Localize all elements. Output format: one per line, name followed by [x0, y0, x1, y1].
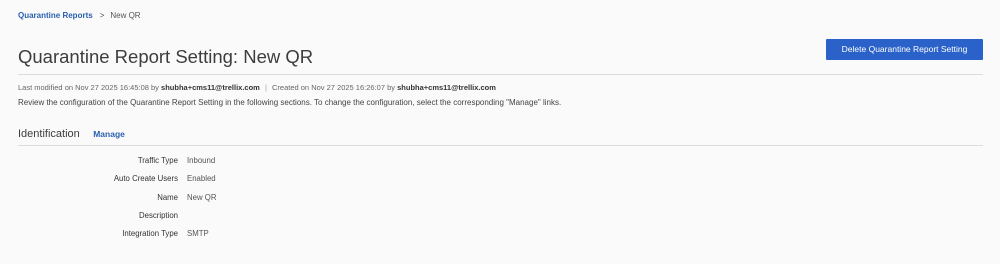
breadcrumb-current: New QR: [110, 11, 141, 20]
description-label: Description: [139, 210, 178, 220]
field-row-integration-type: Integration Type SMTP: [18, 228, 418, 246]
field-row-auto-create-users: Auto Create Users Enabled: [18, 173, 418, 191]
identification-manage-link[interactable]: Manage: [93, 129, 125, 139]
breadcrumb-separator: >: [99, 11, 105, 20]
section-divider: [18, 145, 983, 146]
auto-create-users-value: Enabled: [187, 174, 216, 184]
meta-divider: |: [264, 83, 267, 92]
identification-fields: Traffic Type Inbound Auto Create Users E…: [18, 155, 418, 246]
created-by-user: shubha+cms11@trellix.com: [397, 83, 496, 92]
header-divider: [18, 74, 983, 75]
name-value: New QR: [187, 192, 217, 202]
traffic-type-value: Inbound: [187, 156, 216, 165]
created-text: Created on Nov 27 2025 16:26:07 by: [272, 83, 396, 92]
modification-metadata: Last modified on Nov 27 2025 16:45:08 by…: [18, 82, 496, 93]
identification-section-header: Identification Manage: [18, 124, 125, 142]
breadcrumb-link-quarantine-reports[interactable]: Quarantine Reports: [18, 11, 93, 20]
breadcrumb: Quarantine Reports > New QR: [18, 10, 141, 22]
auto-create-users-label: Auto Create Users: [113, 174, 178, 184]
name-label: Name: [157, 192, 178, 202]
field-row-description: Description: [18, 210, 418, 228]
last-modified-text: Last modified on Nov 27 2025 16:45:08 by: [18, 83, 159, 92]
modified-by-user: shubha+cms11@trellix.com: [161, 83, 260, 92]
field-row-traffic-type: Traffic Type Inbound: [18, 155, 418, 173]
integration-type-label: Integration Type: [122, 229, 178, 239]
field-row-name: Name New QR: [18, 192, 418, 210]
integration-type-value: SMTP: [187, 229, 209, 239]
page-description: Review the configuration of the Quaranti…: [18, 98, 562, 107]
traffic-type-label: Traffic Type: [137, 156, 178, 165]
page-title: Quarantine Report Setting: New QR: [18, 46, 314, 67]
identification-section-title: Identification: [18, 128, 80, 140]
delete-quarantine-report-setting-button[interactable]: Delete Quarantine Report Setting: [826, 39, 983, 60]
